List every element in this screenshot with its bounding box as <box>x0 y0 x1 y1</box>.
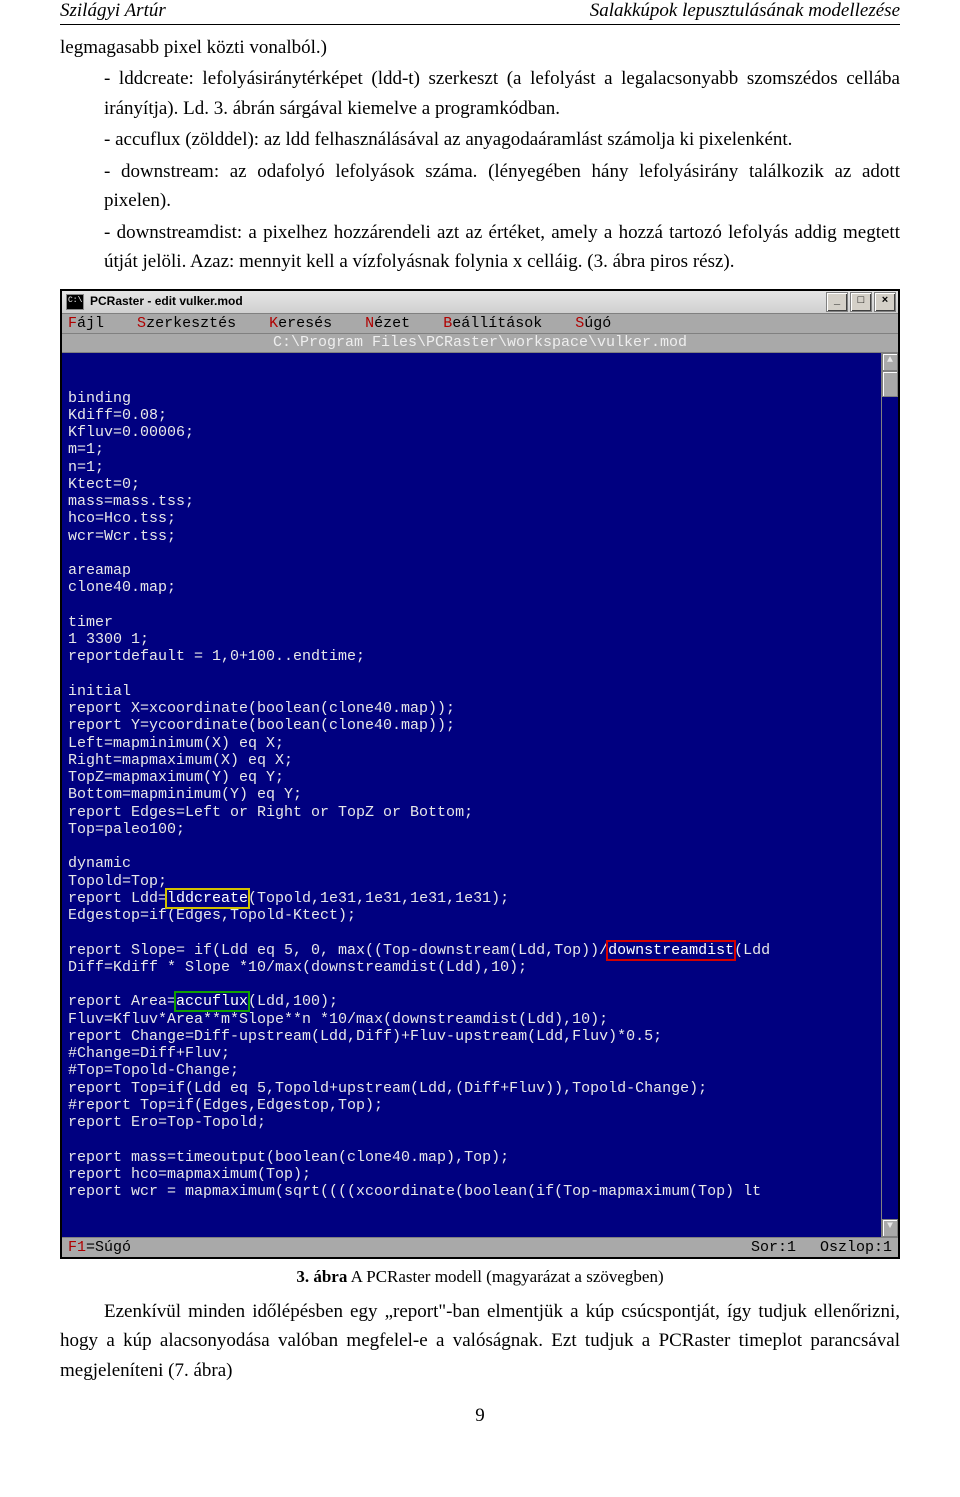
code-line <box>68 597 894 614</box>
window-title: PCRaster - edit vulker.mod <box>90 295 826 309</box>
para-1: legmagasabb pixel közti vonalból.) <box>60 33 900 62</box>
code-line: report wcr = mapmaximum(sqrt((((xcoordin… <box>68 1183 894 1200</box>
highlighted-keyword: downstreamdist <box>608 942 734 959</box>
scroll-down-arrow-icon[interactable]: ▼ <box>882 1219 898 1237</box>
code-line: Bottom=mapminimum(Y) eq Y; <box>68 786 894 803</box>
figure-caption-number: 3. ábra <box>296 1267 347 1286</box>
code-line: report Change=Diff-upstream(Ldd,Diff)+Fl… <box>68 1028 894 1045</box>
scroll-up-arrow-icon[interactable]: ▲ <box>882 353 898 371</box>
status-bar: F1=Súgó Sor:1 Oszlop:1 <box>62 1237 898 1257</box>
figure-caption-text: A PCRaster modell (magyarázat a szövegbe… <box>347 1267 663 1286</box>
menu-search[interactable]: Keresés <box>269 315 332 332</box>
code-line: timer <box>68 614 894 631</box>
code-line: report Y=ycoordinate(boolean(clone40.map… <box>68 717 894 734</box>
file-path-bar: C:\Program Files\PCRaster\workspace\vulk… <box>62 334 898 353</box>
pcraster-editor-window: PCRaster - edit vulker.mod _ □ × Fájl Sz… <box>60 289 900 1260</box>
menu-settings[interactable]: Beállítások <box>443 315 542 332</box>
code-line: n=1; <box>68 459 894 476</box>
para-2: - lddcreate: lefolyásiránytérképet (ldd-… <box>60 64 900 123</box>
para-4: - downstream: az odafolyó lefolyások szá… <box>60 157 900 216</box>
code-line <box>68 666 894 683</box>
code-line: hco=Hco.tss; <box>68 510 894 527</box>
code-line: Top=paleo100; <box>68 821 894 838</box>
close-button[interactable]: × <box>874 292 896 312</box>
page-number: 9 <box>60 1405 900 1427</box>
code-line: Topold=Top; <box>68 873 894 890</box>
body-text-bottom: Ezenkívül minden időlépésben egy „report… <box>60 1297 900 1385</box>
code-line: Edgestop=if(Edges,Topold-Ktect); <box>68 907 894 924</box>
highlighted-keyword: lddcreate <box>167 890 248 907</box>
code-line <box>68 1131 894 1148</box>
menu-edit[interactable]: Szerkesztés <box>137 315 236 332</box>
code-line: Right=mapmaximum(X) eq X; <box>68 752 894 769</box>
code-line: TopZ=mapmaximum(Y) eq Y; <box>68 769 894 786</box>
code-line: 1 3300 1; <box>68 631 894 648</box>
vertical-scrollbar[interactable]: ▲ ▼ <box>881 353 898 1237</box>
scroll-thumb[interactable] <box>882 371 898 397</box>
code-line: #Top=Topold-Change; <box>68 1062 894 1079</box>
code-line: Fluv=Kfluv*Area**m*Slope**n *10/max(down… <box>68 1011 894 1028</box>
code-line: Kdiff=0.08; <box>68 407 894 424</box>
code-line: dynamic <box>68 855 894 872</box>
minimize-button[interactable]: _ <box>826 292 848 312</box>
code-line <box>68 924 894 941</box>
code-line: areamap <box>68 562 894 579</box>
code-line: Kfluv=0.00006; <box>68 424 894 441</box>
code-line: report hco=mapmaximum(Top); <box>68 1166 894 1183</box>
code-line: m=1; <box>68 441 894 458</box>
code-line: Ktect=0; <box>68 476 894 493</box>
menu-help[interactable]: Súgó <box>575 315 611 332</box>
code-line: binding <box>68 390 894 407</box>
code-line <box>68 545 894 562</box>
code-line: #report Top=if(Edges,Edgestop,Top); <box>68 1097 894 1114</box>
code-line: report Ldd=lddcreate(Topold,1e31,1e31,1e… <box>68 890 894 907</box>
code-line: initial <box>68 683 894 700</box>
code-line: report Top=if(Ldd eq 5,Topold+upstream(L… <box>68 1080 894 1097</box>
code-line: clone40.map; <box>68 579 894 596</box>
code-line: report Ero=Top-Topold; <box>68 1114 894 1131</box>
body-text-top: legmagasabb pixel közti vonalból.) - ldd… <box>60 33 900 277</box>
header-author: Szilágyi Artúr <box>60 0 166 22</box>
running-header: Szilágyi Artúr Salakkúpok lepusztulásána… <box>60 0 900 25</box>
code-line: mass=mass.tss; <box>68 493 894 510</box>
code-line: Left=mapminimum(X) eq X; <box>68 735 894 752</box>
menu-bar[interactable]: Fájl Szerkesztés Keresés Nézet Beállítás… <box>62 314 898 334</box>
code-line: wcr=Wcr.tss; <box>68 528 894 545</box>
maximize-button[interactable]: □ <box>850 292 872 312</box>
status-row: Sor:1 <box>751 1239 796 1256</box>
code-line <box>68 976 894 993</box>
status-help-label: =Súgó <box>86 1239 131 1256</box>
figure-caption: 3. ábra A PCRaster modell (magyarázat a … <box>60 1267 900 1287</box>
header-title: Salakkúpok lepusztulásának modellezése <box>590 0 900 22</box>
code-line: report X=xcoordinate(boolean(clone40.map… <box>68 700 894 717</box>
code-line <box>68 838 894 855</box>
code-line: #Change=Diff+Fluv; <box>68 1045 894 1062</box>
code-line: report mass=timeoutput(boolean(clone40.m… <box>68 1149 894 1166</box>
code-area[interactable]: bindingKdiff=0.08;Kfluv=0.00006;m=1;n=1;… <box>62 353 898 1237</box>
para-after-1: Ezenkívül minden időlépésben egy „report… <box>60 1297 900 1385</box>
status-help-hotkey: F1 <box>68 1239 86 1256</box>
code-line: report Edges=Left or Right or TopZ or Bo… <box>68 804 894 821</box>
code-line: report Slope= if(Ldd eq 5, 0, max((Top-d… <box>68 942 894 959</box>
highlighted-keyword: accuflux <box>176 993 248 1010</box>
window-titlebar[interactable]: PCRaster - edit vulker.mod _ □ × <box>62 291 898 314</box>
para-5: - downstreamdist: a pixelhez hozzárendel… <box>60 218 900 277</box>
status-col: Oszlop:1 <box>820 1239 892 1256</box>
code-line: reportdefault = 1,0+100..endtime; <box>68 648 894 665</box>
code-line: Diff=Kdiff * Slope *10/max(downstreamdis… <box>68 959 894 976</box>
code-line: report Area=accuflux(Ldd,100); <box>68 993 894 1010</box>
app-icon <box>66 294 84 310</box>
menu-view[interactable]: Nézet <box>365 315 410 332</box>
para-3: - accuflux (zölddel): az ldd felhasználá… <box>60 125 900 154</box>
menu-file[interactable]: Fájl <box>68 315 104 332</box>
